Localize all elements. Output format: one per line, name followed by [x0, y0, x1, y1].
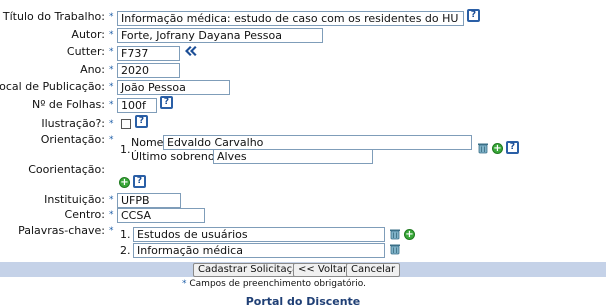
required-star: *: [109, 30, 114, 40]
help-icon[interactable]: ?: [135, 115, 148, 128]
autor-input[interactable]: Forte, Jofrany Dayana Pessoa: [117, 28, 323, 43]
instituicao-input[interactable]: UFPB: [117, 193, 181, 208]
ilustracao-checkbox[interactable]: [121, 119, 131, 129]
required-star: *: [109, 195, 114, 205]
required-star: *: [109, 100, 114, 110]
portal-title: Portal do Discente: [245, 295, 361, 308]
autor-label: Autor:: [71, 28, 105, 41]
coorientacao-label: Coorientação:: [28, 163, 105, 176]
required-star: *: [109, 82, 114, 92]
required-star: *: [109, 210, 114, 220]
add-icon[interactable]: +: [119, 177, 130, 188]
required-star: *: [109, 135, 114, 145]
required-star: *: [182, 279, 187, 289]
cutter-label: Cutter:: [66, 45, 105, 58]
required-star: *: [109, 12, 114, 22]
add-icon[interactable]: +: [404, 229, 415, 240]
cutter-input[interactable]: F737: [117, 46, 180, 61]
ilustracao-label: Ilustração?:: [41, 117, 105, 130]
help-icon[interactable]: ?: [160, 96, 173, 109]
orientacao-label: Orientação:: [40, 133, 105, 146]
nome-label: Nome:: [131, 136, 168, 149]
titulo-label: Título do Trabalho:: [2, 10, 105, 23]
help-icon[interactable]: ?: [133, 175, 146, 188]
instituicao-label: Instituição:: [44, 193, 105, 206]
add-icon[interactable]: +: [492, 143, 503, 154]
cadastrar-button[interactable]: Cadastrar Solicitação: [193, 263, 310, 277]
ano-input[interactable]: 2020: [117, 63, 180, 78]
required-star: *: [109, 119, 114, 129]
palavra-input[interactable]: Informação médica: [133, 243, 385, 258]
help-icon[interactable]: ?: [506, 141, 519, 154]
nome-input[interactable]: Edvaldo Carvalho: [163, 135, 472, 150]
trash-icon[interactable]: [477, 142, 489, 154]
palavra-index: 2.: [120, 244, 131, 257]
double-chevron-left-icon[interactable]: [183, 44, 197, 58]
trash-icon[interactable]: [389, 228, 401, 240]
required-star: *: [109, 47, 114, 57]
folhas-label: Nº de Folhas:: [31, 98, 105, 111]
palavras-label: Palavras-chave:: [18, 224, 105, 237]
required-note-text: Campos de preenchimento obrigatório.: [189, 279, 366, 289]
cancelar-button[interactable]: Cancelar: [346, 263, 401, 277]
local-input[interactable]: João Pessoa: [117, 80, 230, 95]
ano-label: Ano:: [80, 63, 105, 76]
required-star: *: [109, 226, 114, 236]
palavra-input[interactable]: Estudos de usuários: [133, 227, 385, 242]
sobrenome-input[interactable]: Alves: [213, 149, 373, 164]
folhas-input[interactable]: 100f: [117, 98, 157, 113]
trash-icon[interactable]: [389, 243, 401, 255]
titulo-input[interactable]: Informação médica: estudo de caso com os…: [117, 11, 464, 26]
voltar-button[interactable]: << Voltar: [293, 263, 353, 277]
centro-input[interactable]: CCSA: [117, 208, 205, 223]
local-label: Local de Publicação:: [0, 80, 105, 93]
palavra-index: 1.: [120, 228, 131, 241]
help-icon[interactable]: ?: [467, 9, 480, 22]
centro-label: Centro:: [64, 208, 105, 221]
orientacao-index: 1.: [120, 143, 131, 156]
required-note: * Campos de preenchimento obrigatório.: [182, 278, 366, 290]
required-star: *: [109, 65, 114, 75]
